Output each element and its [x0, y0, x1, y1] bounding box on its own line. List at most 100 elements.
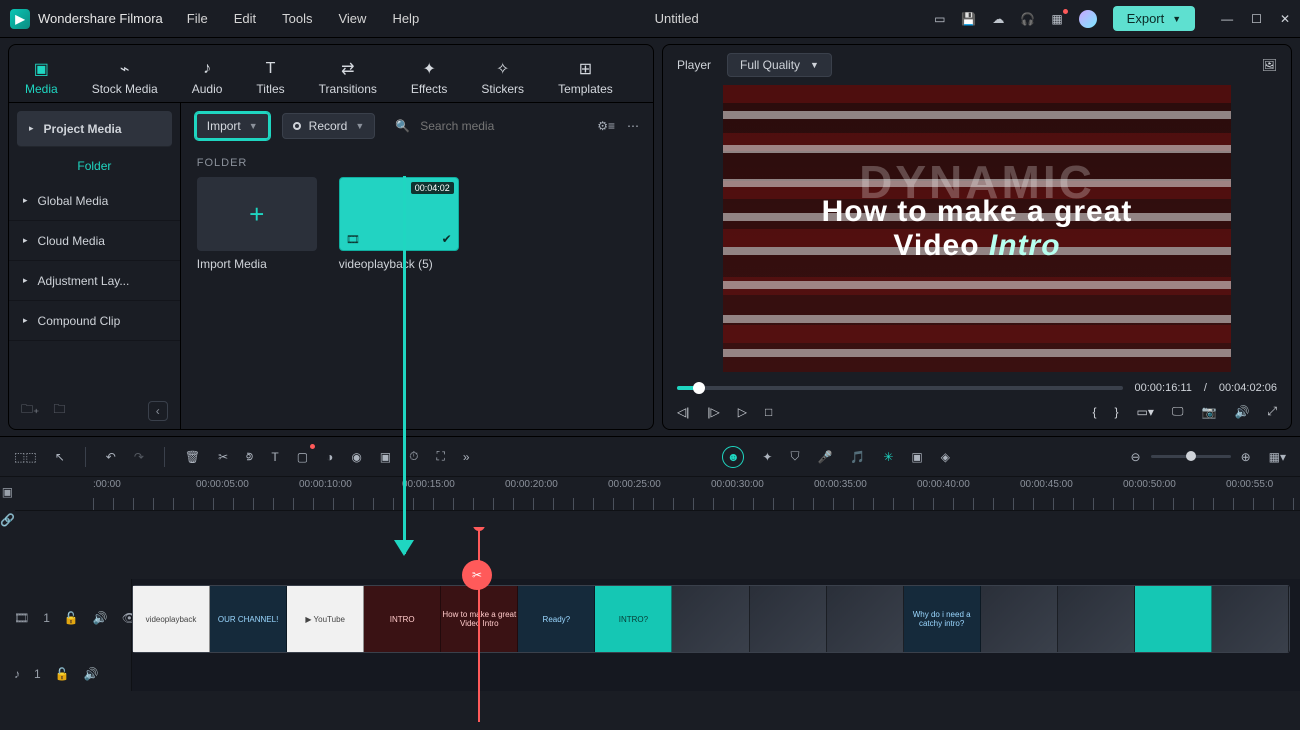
ratio-icon[interactable]: ▭▾: [1137, 405, 1154, 419]
next-frame-icon[interactable]: |▷: [707, 405, 719, 419]
link-icon[interactable]: 🔗: [0, 513, 15, 527]
zoom-in-icon[interactable]: ⊕: [1241, 450, 1251, 464]
clip-frame: INTRO?: [595, 586, 672, 652]
expand-icon[interactable]: ⛶: [437, 449, 445, 464]
save-icon[interactable]: 💾: [961, 12, 976, 26]
import-media-card[interactable]: + Import Media: [197, 177, 317, 271]
tab-media[interactable]: ▣Media: [17, 54, 66, 102]
playhead[interactable]: [478, 527, 480, 722]
zoom-slider[interactable]: [1151, 455, 1231, 458]
total-time: 00:04:02:06: [1219, 382, 1277, 394]
export-button[interactable]: Export▼: [1113, 6, 1196, 31]
quality-dropdown[interactable]: Full Quality▼: [727, 53, 832, 77]
tab-titles[interactable]: TTitles: [248, 54, 292, 102]
new-folder-icon[interactable]: 🗀₊: [21, 400, 39, 421]
ai-icon[interactable]: ☻: [722, 446, 744, 468]
display-icon[interactable]: 🖵: [1172, 404, 1184, 419]
player-panel: Player Full Quality▼ 🖼 DYNAMIC How to ma…: [662, 44, 1292, 430]
frame-icon[interactable]: ▢: [297, 450, 308, 464]
sidebar-item-adjustment-layer[interactable]: ▸Adjustment Lay...: [9, 261, 180, 301]
folder-icon[interactable]: 🗀: [53, 400, 65, 421]
timeline-clip[interactable]: videoplayback OUR CHANNEL! ▶ YouTube INT…: [132, 585, 1290, 653]
sparkle-icon[interactable]: ✦: [762, 450, 772, 464]
tab-stickers[interactable]: ✧Stickers: [473, 54, 532, 102]
speed-icon[interactable]: ⏱: [409, 449, 418, 464]
maximize-icon[interactable]: ☐: [1251, 12, 1262, 26]
cursor-icon[interactable]: ↖: [55, 450, 65, 464]
mute-icon[interactable]: 🔊: [84, 667, 99, 681]
more-icon[interactable]: ⋯: [627, 119, 639, 133]
clip-frame: OUR CHANNEL!: [210, 586, 287, 652]
enhance-icon[interactable]: ✳: [883, 450, 893, 464]
sidebar-item-global-media[interactable]: ▸Global Media: [9, 181, 180, 221]
lock-icon[interactable]: 🔓: [64, 611, 79, 625]
snapshot-icon[interactable]: 🖼: [1262, 58, 1277, 72]
sidebar-folder-label[interactable]: Folder: [9, 151, 180, 181]
stop-icon[interactable]: □: [765, 405, 772, 419]
volume-icon[interactable]: 🔊: [1234, 405, 1249, 419]
import-media-label: Import Media: [197, 257, 317, 271]
tab-stock-media[interactable]: ⌁Stock Media: [84, 54, 166, 102]
view-mode-icon[interactable]: ▦▾: [1269, 450, 1286, 464]
clip-frame: INTRO: [364, 586, 441, 652]
record-button[interactable]: Record▼: [282, 113, 376, 139]
screen-icon[interactable]: ▭: [934, 12, 945, 26]
keyframe-icon[interactable]: ◈: [941, 450, 950, 464]
apps-icon[interactable]: ▦: [1051, 12, 1062, 26]
avatar-icon[interactable]: [1079, 10, 1097, 28]
collapse-sidebar-icon[interactable]: ‹: [148, 401, 168, 421]
prev-frame-icon[interactable]: ◁|: [677, 405, 689, 419]
menu-edit[interactable]: Edit: [234, 11, 256, 26]
tab-transitions[interactable]: ⇄Transitions: [311, 54, 385, 102]
mark-in-icon[interactable]: {: [1093, 405, 1097, 419]
lock-icon[interactable]: 🔓: [55, 667, 70, 681]
more-tools-icon[interactable]: »: [463, 450, 470, 464]
undo-icon[interactable]: ↶: [106, 450, 116, 464]
cloud-icon[interactable]: ☁: [992, 12, 1004, 26]
menu-help[interactable]: Help: [392, 11, 419, 26]
color-icon[interactable]: ◉: [351, 450, 361, 464]
cut-point-icon[interactable]: ✂: [462, 560, 492, 590]
shield-icon[interactable]: ⛉: [790, 449, 799, 464]
tab-audio[interactable]: ♪Audio: [184, 54, 231, 102]
zoom-out-icon[interactable]: ⊖: [1131, 450, 1141, 464]
camera-icon[interactable]: 📷: [1201, 405, 1216, 419]
sidebar-item-cloud-media[interactable]: ▸Cloud Media: [9, 221, 180, 261]
tab-effects[interactable]: ✦Effects: [403, 54, 455, 102]
fullscreen-icon[interactable]: ⤢: [1267, 404, 1277, 419]
media-clip-card[interactable]: 00:04:02 🎞 ✔ videoplayback (5): [339, 177, 459, 271]
filter-icon[interactable]: ⚙≡: [597, 119, 615, 133]
menu-view[interactable]: View: [338, 11, 366, 26]
redo-icon[interactable]: ↷: [134, 450, 144, 464]
delete-icon[interactable]: 🗑: [185, 450, 200, 464]
close-icon[interactable]: ✕: [1280, 12, 1290, 26]
preview-viewport[interactable]: DYNAMIC How to make a great Video Intro: [723, 85, 1231, 372]
search-input[interactable]: [418, 118, 577, 134]
tab-templates[interactable]: ⊞Templates: [550, 54, 621, 102]
mic-icon[interactable]: 🎤: [817, 450, 832, 464]
text-icon[interactable]: T: [271, 450, 278, 464]
seek-slider[interactable]: [677, 386, 1123, 390]
menu-file[interactable]: File: [187, 11, 208, 26]
import-button[interactable]: Import▼: [195, 112, 270, 140]
play-icon[interactable]: ▷: [738, 405, 747, 419]
clip-frame: ▶ YouTube: [287, 586, 364, 652]
split-icon[interactable]: ✂: [218, 450, 228, 464]
music-icon[interactable]: 🎵: [850, 450, 865, 464]
pip-icon[interactable]: ▣: [911, 450, 922, 464]
timeline-marker-icon[interactable]: ▣: [2, 485, 13, 499]
mute-icon[interactable]: 🔊: [93, 611, 108, 625]
crop-icon[interactable]: ⟄: [246, 449, 253, 464]
sidebar-item-project-media[interactable]: ▸Project Media: [17, 111, 172, 147]
headphones-icon[interactable]: 🎧: [1020, 12, 1035, 26]
magnet-icon[interactable]: ⬚⬚: [14, 450, 37, 464]
minimize-icon[interactable]: —: [1221, 12, 1233, 26]
mark-out-icon[interactable]: }: [1115, 405, 1119, 419]
mask-icon[interactable]: ▣: [380, 450, 391, 464]
time-ruler[interactable]: :00:00 00:00:05:00 00:00:10:00 00:00:15:…: [15, 477, 1300, 511]
sidebar-item-compound-clip[interactable]: ▸Compound Clip: [9, 301, 180, 341]
menu-tools[interactable]: Tools: [282, 11, 312, 26]
search-icon[interactable]: 🔍: [395, 119, 410, 133]
speed-1-icon[interactable]: ◑: [326, 450, 333, 464]
document-title: Untitled: [419, 11, 934, 26]
